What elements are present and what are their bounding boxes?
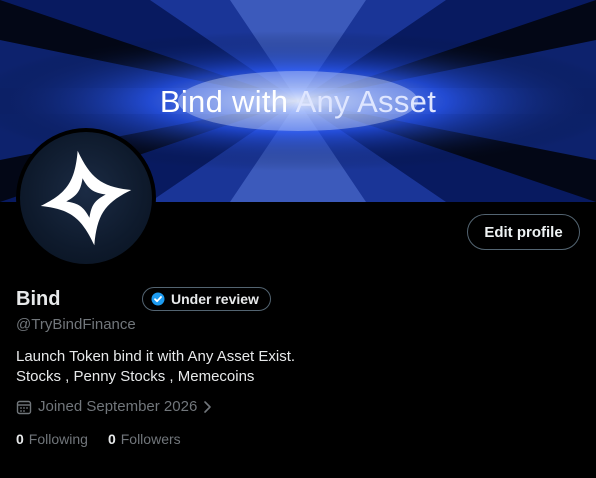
under-review-badge[interactable]: Under review — [142, 287, 271, 311]
banner-title-part2: Any Asset — [295, 84, 437, 119]
four-point-star-logo-icon — [40, 150, 132, 246]
verified-check-icon — [151, 292, 165, 306]
calendar-icon — [16, 399, 32, 415]
profile-name: Bind — [16, 288, 61, 310]
badge-label: Under review — [171, 291, 259, 307]
followers-count: 0 — [107, 431, 116, 447]
chevron-right-icon — [202, 400, 212, 414]
following-link[interactable]: 0 Following — [16, 430, 88, 448]
banner-title: Bind with Any Asset — [0, 82, 596, 122]
banner-title-part1: Bind with — [159, 84, 289, 119]
edit-profile-button[interactable]: Edit profile — [467, 214, 580, 250]
following-label: Following — [28, 431, 88, 447]
followers-link[interactable]: 0 Followers — [108, 430, 181, 448]
bio-line-2: Stocks , Penny Stocks , Memecoins — [16, 368, 255, 385]
follow-stats: 0 Following 0 Followers — [16, 430, 201, 448]
followers-label: Followers — [120, 431, 181, 447]
joined-label: Joined September 2026 — [38, 398, 198, 415]
profile-avatar[interactable] — [16, 128, 156, 268]
bio-line-1: Launch Token bind it with Any Asset Exis… — [16, 348, 296, 365]
following-count: 0 — [16, 431, 24, 447]
joined-date[interactable]: Joined September 2026 — [16, 398, 212, 416]
avatar-image — [20, 132, 152, 264]
profile-bio: Launch Token bind it with Any Asset Exis… — [16, 347, 556, 387]
profile-handle: @TryBindFinance — [16, 316, 136, 333]
